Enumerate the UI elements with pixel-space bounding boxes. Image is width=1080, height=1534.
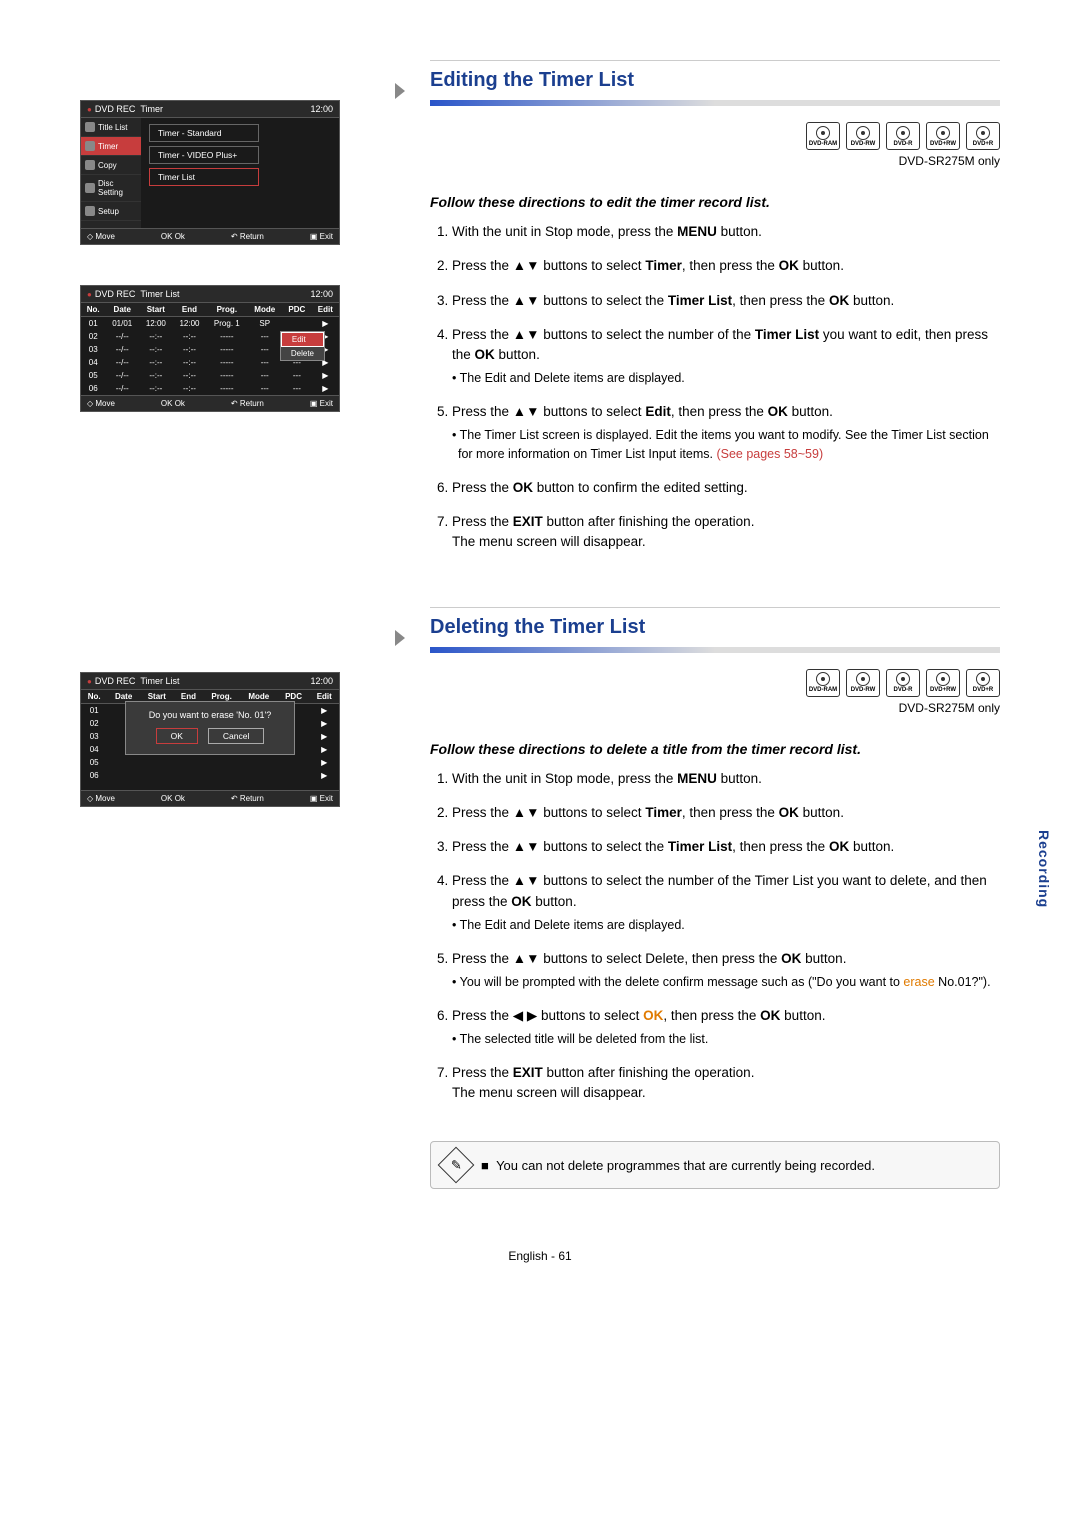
disc-icon: DVD-RW (846, 669, 880, 697)
disc-icon: DVD-RAM (806, 122, 840, 150)
step-item: Press the ▲▼ buttons to select the numbe… (452, 325, 1000, 388)
step-item: With the unit in Stop mode, press the ME… (452, 769, 1000, 789)
page-reference-link: (See pages 58~59) (716, 447, 823, 461)
screenshot-timer-list: DVD REC Timer List 12:00 No.Date StartEn… (80, 285, 340, 412)
panel-title: Timer List (140, 289, 179, 299)
screenshots-column: DVD REC Timer 12:00 Title List Timer Cop… (80, 60, 380, 1189)
model-note: DVD-SR275M only (430, 154, 1000, 168)
menu-option[interactable]: Timer - Standard (149, 124, 259, 142)
hint-move: ◇ Move (87, 232, 115, 241)
step-sub: • The Edit and Delete items are displaye… (452, 916, 1000, 935)
rec-label: DVD REC (95, 104, 136, 114)
screenshot-timer-menu: DVD REC Timer 12:00 Title List Timer Cop… (80, 100, 340, 245)
disc-icon: DVD+R (966, 122, 1000, 150)
step-item: Press the OK button to confirm the edite… (452, 478, 1000, 498)
step-item: Press the ◀ ▶ buttons to select OK, then… (452, 1006, 1000, 1049)
clock-label: 12:00 (310, 289, 333, 299)
sidebar-item[interactable]: Timer (81, 137, 141, 156)
confirm-dialog: Do you want to erase 'No. 01'? OK Cancel (125, 701, 295, 755)
disc-icon: DVD+RW (926, 669, 960, 697)
table-row[interactable]: 05--/----:----:-------------▶ (81, 369, 339, 382)
page-footer: English - 61 (80, 1249, 1000, 1263)
section-heading: Deleting the Timer List (430, 607, 1000, 653)
step-item: With the unit in Stop mode, press the ME… (452, 222, 1000, 242)
highlight-text: erase (903, 975, 934, 989)
clock-label: 12:00 (310, 676, 333, 686)
step-sub: • The Timer List screen is displayed. Ed… (452, 426, 1000, 464)
sidebar-item[interactable]: Setup (81, 202, 141, 221)
popup-item-edit[interactable]: Edit (281, 332, 324, 347)
hint-ok: OK Ok (161, 232, 185, 241)
table-row[interactable]: 05▶ (81, 756, 339, 769)
step-item: Press the ▲▼ buttons to select Timer, th… (452, 256, 1000, 276)
panel-title: Timer List (140, 676, 179, 686)
step-sub: • The Edit and Delete items are displaye… (452, 369, 1000, 388)
steps-list: With the unit in Stop mode, press the ME… (430, 222, 1000, 567)
step-item: Press the ▲▼ buttons to select Timer, th… (452, 803, 1000, 823)
highlight-text: OK (643, 1008, 663, 1023)
step-item: Press the ▲▼ buttons to select the numbe… (452, 871, 1000, 934)
clock-label: 12:00 (310, 104, 333, 114)
disc-compatibility-row: DVD-RAMDVD-RWDVD-RDVD+RWDVD+R (430, 122, 1000, 150)
step-item: Press the ▲▼ buttons to select Edit, the… (452, 402, 1000, 464)
button-ref-menu: MENU (677, 224, 717, 239)
hint-exit: ▣ Exit (310, 232, 333, 241)
screenshot-confirm-delete: DVD REC Timer List 12:00 No.Date StartEn… (80, 672, 340, 807)
section-subhead: Follow these directions to delete a titl… (430, 741, 1000, 757)
menu-option[interactable]: Timer - VIDEO Plus+ (149, 146, 259, 164)
table-row[interactable]: 0101/0112:0012:00Prog. 1SP▶ (81, 317, 339, 331)
step-item: Press the ▲▼ buttons to select the Timer… (452, 291, 1000, 311)
edit-delete-popup: Edit Delete (280, 331, 325, 361)
table-row[interactable]: 06▶ (81, 769, 339, 782)
section-subhead: Follow these directions to edit the time… (430, 194, 1000, 210)
disc-icon: DVD-R (886, 669, 920, 697)
section-heading: Editing the Timer List (430, 60, 1000, 106)
step-sub: • You will be prompted with the delete c… (452, 973, 1000, 992)
popup-item-delete[interactable]: Delete (281, 347, 324, 360)
section-arrow-icon (395, 630, 405, 646)
section-arrow-icon (395, 83, 405, 99)
disc-icon: DVD+RW (926, 122, 960, 150)
instructions-column: Editing the Timer List DVD-RAMDVD-RWDVD-… (430, 60, 1000, 1189)
section-tab: Recording (1036, 830, 1052, 908)
table-row[interactable]: 06--/----:----:-------------▶ (81, 382, 339, 395)
confirm-message: Do you want to erase 'No. 01'? (140, 710, 280, 720)
step-item: Press the EXIT button after finishing th… (452, 1063, 1000, 1104)
sidebar-item[interactable]: Disc Setting (81, 175, 141, 202)
note-box: ✎ ■ You can not delete programmes that a… (430, 1141, 1000, 1189)
step-item: Press the EXIT button after finishing th… (452, 512, 1000, 553)
menu-option[interactable]: Timer List (149, 168, 259, 186)
confirm-ok-button[interactable]: OK (156, 728, 198, 744)
disc-icon: DVD+R (966, 669, 1000, 697)
hint-return: ↶ Return (231, 232, 264, 241)
disc-icon: DVD-RW (846, 122, 880, 150)
confirm-cancel-button[interactable]: Cancel (208, 728, 264, 744)
steps-list: With the unit in Stop mode, press the ME… (430, 769, 1000, 1118)
sidebar-item[interactable]: Copy (81, 156, 141, 175)
step-item: Press the ▲▼ buttons to select Delete, t… (452, 949, 1000, 992)
page: DVD REC Timer 12:00 Title List Timer Cop… (80, 60, 1000, 1189)
disc-icon: DVD-R (886, 122, 920, 150)
note-text: You can not delete programmes that are c… (496, 1158, 875, 1173)
disc-icon: DVD-RAM (806, 669, 840, 697)
note-icon: ✎ (438, 1147, 475, 1184)
disc-compatibility-row: DVD-RAMDVD-RWDVD-RDVD+RWDVD+R (430, 669, 1000, 697)
sidebar-item[interactable]: Title List (81, 118, 141, 137)
step-sub: • The selected title will be deleted fro… (452, 1030, 1000, 1049)
model-note: DVD-SR275M only (430, 701, 1000, 715)
panel-title: Timer (140, 104, 163, 114)
step-item: Press the ▲▼ buttons to select the Timer… (452, 837, 1000, 857)
